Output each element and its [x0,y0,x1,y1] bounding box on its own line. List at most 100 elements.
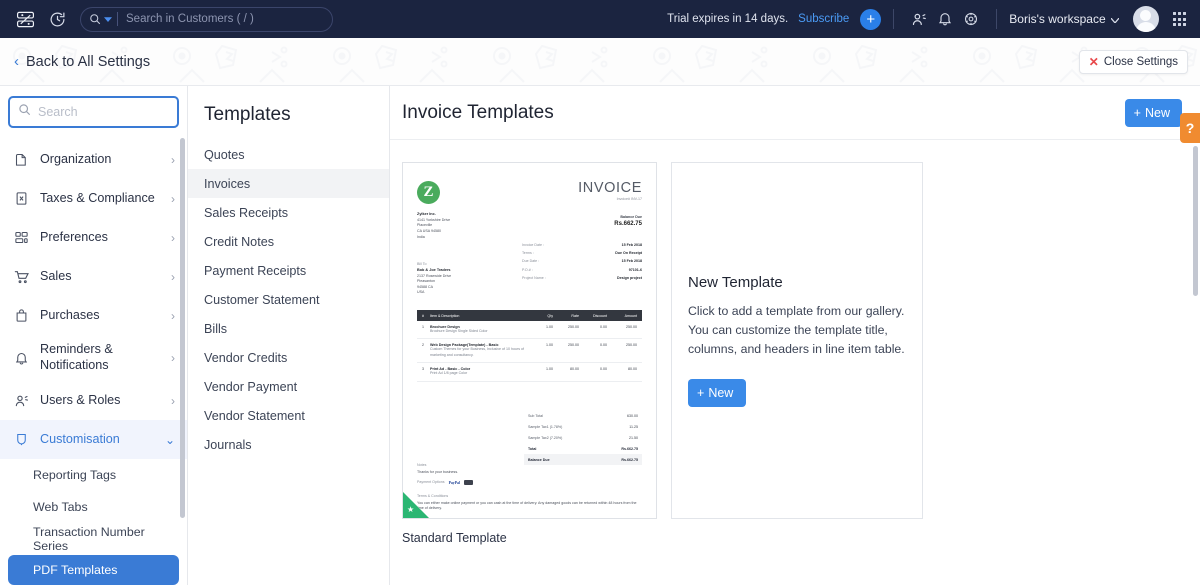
item-qty: 1.00 [546,367,553,372]
template-type-label: Vendor Payment [204,379,298,394]
chevron-right-icon: › [171,351,175,365]
column-header: Amount [624,313,637,318]
column-header: Qty [547,313,553,318]
balance-due-value: Rs.662.75 [614,221,642,227]
sidebar-item-reminders-notifications[interactable]: Reminders & Notifications › [0,335,187,381]
sidebar-item-purchases[interactable]: Purchases › [0,296,187,335]
sidebar-subitem-transaction-number-series[interactable]: Transaction Number Series [0,523,187,555]
row-number: 3 [422,367,424,372]
main-content: ? Invoice Templates + New Z INVOICE Invo… [390,86,1200,585]
back-to-all-settings-link[interactable]: ‹ Back to All Settings [14,54,150,70]
recent-history-icon[interactable] [40,0,74,38]
avatar[interactable] [1132,6,1159,32]
invoice-meta-fields: Invoice Date : 15 Feb 2018 Terms : Due On … [522,243,642,284]
template-type-bills[interactable]: Bills [188,314,389,343]
sidebar-scrollbar[interactable] [180,138,185,518]
customisation-icon [13,432,30,447]
item-rate: 250.00 [568,343,579,348]
chevron-down-icon[interactable] [104,10,112,28]
total-value: 630.00 [627,413,638,418]
total-label: Balance Due [528,457,550,462]
sidebar-item-taxes-compliance[interactable]: Taxes & Compliance › [0,179,187,218]
meta-label: Invoice Date : [522,243,544,247]
sidebar-subitem-pdf-templates[interactable]: PDF Templates [8,555,179,585]
invoice-preview-thumbnail[interactable]: Z INVOICE Invoice# INV-17 Balance Due Rs… [402,162,657,519]
grid-apps-icon[interactable] [1172,12,1186,26]
new-template-button[interactable]: + New [1124,98,1182,127]
sidebar-item-organization[interactable]: Organization › [0,140,187,179]
standard-template-card[interactable]: Z INVOICE Invoice# INV-17 Balance Due Rs… [402,162,657,545]
gear-icon[interactable] [958,0,984,38]
row-number: 1 [422,325,424,329]
global-search[interactable] [80,6,333,32]
settings-sidebar: Organization › Taxes & Compliance › [0,86,188,585]
quick-create-button[interactable]: + [860,8,882,30]
column-header: Item & Description [430,313,460,318]
sidebar-item-label: Customisation [40,431,120,446]
settings-header-bar: ‹ Back to All Settings ✕ Close Settings [0,38,1200,86]
bell-icon[interactable] [932,0,958,38]
sidebar-search-box[interactable] [8,96,187,128]
background-watermark-pattern [0,38,1200,85]
chevron-right-icon: › [171,308,175,323]
new-card-button-label: New [708,385,734,400]
meta-value: Design project [617,275,642,280]
search-input[interactable] [38,105,187,119]
total-value: 11.25 [629,424,638,429]
close-settings-button[interactable]: ✕ Close Settings [1078,49,1188,74]
template-type-label: Sales Receipts [204,205,288,220]
meta-row: Invoice Date : 15 Feb 2018 [522,243,642,247]
workspace-selector[interactable]: Boris's workspace [1009,12,1120,26]
new-template-card-button[interactable]: + New [688,378,747,407]
sidebar-subitem-web-tabs[interactable]: Web Tabs [0,491,187,523]
meta-value: 97101-6 [628,267,642,272]
template-type-vendor-payment[interactable]: Vendor Payment [188,372,389,401]
search-input[interactable] [126,13,324,25]
column-header: Discount [593,313,607,318]
main-scrollbar[interactable] [1193,146,1198,296]
template-type-label: Credit Notes [204,234,274,249]
template-type-invoices[interactable]: Invoices [188,169,389,198]
sidebar-item-customisation[interactable]: Customisation ⌄ [0,420,187,459]
sidebar-item-sales[interactable]: Sales › [0,257,187,296]
meta-value: 15 Feb 2018 [621,259,642,264]
sidebar-subitem-label: Transaction Number Series [33,525,145,553]
sidebar-item-users-roles[interactable]: Users & Roles › [0,381,187,420]
meta-label: Terms : [522,251,534,256]
item-description: Custom Themes for your Business, Inclusi… [430,347,525,357]
template-type-payment-receipts[interactable]: Payment Receipts [188,256,389,285]
item-amount: 250.00 [626,325,637,329]
new-template-description: Click to add a template from our gallery… [688,304,905,356]
meta-value: Due On Receipt [615,251,642,256]
invoice-preview-body: Z INVOICE Invoice# INV-17 Balance Due Rs… [403,163,656,518]
help-tab-button[interactable]: ? [1180,113,1200,143]
subscribe-link[interactable]: Subscribe [798,13,849,25]
template-type-vendor-credits[interactable]: Vendor Credits [188,343,389,372]
meta-row: P.O.# : 97101-6 [522,268,642,272]
terms-section: Terms & Conditions You can either make o… [417,494,642,512]
template-type-label: Vendor Credits [204,350,288,365]
template-type-vendor-statement[interactable]: Vendor Statement [188,401,389,430]
new-button-label: New [1144,105,1170,120]
meta-label: Project Name : [522,275,546,280]
total-label: Sub Total [528,413,543,418]
sidebar-item-preferences[interactable]: Preferences › [0,218,187,257]
template-type-journals[interactable]: Journals [188,430,389,459]
invoice-number: Invoice# INV-17 [616,197,642,201]
chevron-left-icon: ‹ [14,53,19,70]
template-type-customer-statement[interactable]: Customer Statement [188,285,389,314]
bill-to-name: Bob & Joe Traders [417,267,451,272]
new-template-card[interactable]: New Template Click to add a template fro… [671,162,923,519]
table-row: 1 Brochure Design Brochure Design Single … [417,321,642,340]
workspace-label: Boris's workspace [1009,12,1106,26]
template-type-sales-receipts[interactable]: Sales Receipts [188,198,389,227]
sidebar-subitem-reporting-tags[interactable]: Reporting Tags [0,459,187,491]
people-icon[interactable] [906,0,932,38]
template-type-quotes[interactable]: Quotes [188,140,389,169]
template-type-label: Bills [204,321,228,336]
chevron-down-icon: ⌄ [164,432,175,447]
template-type-credit-notes[interactable]: Credit Notes [188,227,389,256]
total-value: Rs.662.75 [621,457,638,462]
template-type-label: Vendor Statement [204,408,305,423]
zoho-books-logo-icon[interactable] [10,0,40,38]
